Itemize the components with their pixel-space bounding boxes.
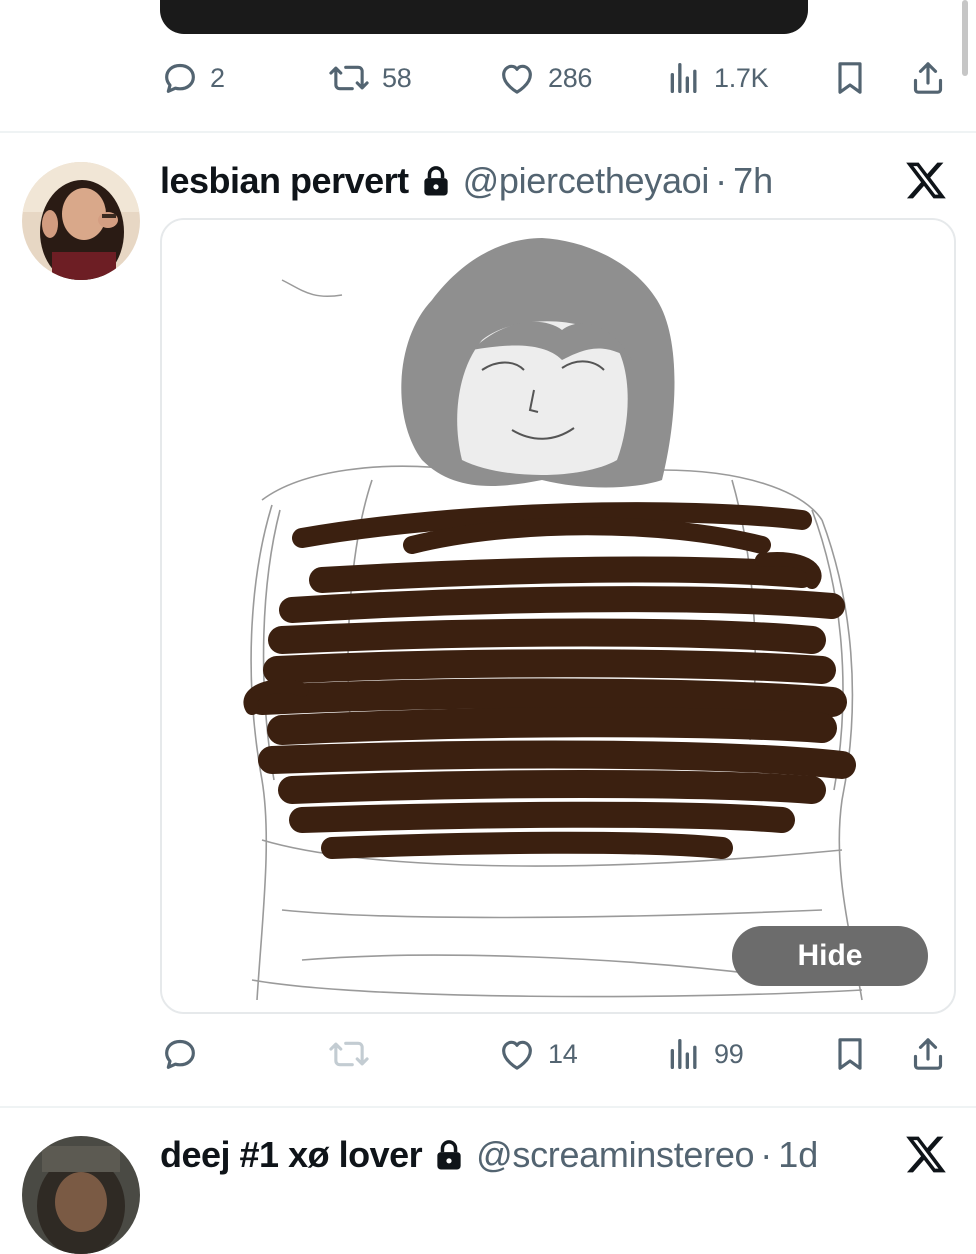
next-tweet-avatar[interactable] bbox=[22, 1136, 140, 1254]
tweet-header: lesbian pervert @piercetheyaoi · 7h bbox=[160, 156, 773, 206]
retweet-icon bbox=[326, 1034, 372, 1074]
reply-count: 2 bbox=[210, 62, 225, 93]
retweet-button bbox=[326, 1024, 382, 1084]
like-button[interactable]: 14 bbox=[496, 1024, 578, 1084]
views-button[interactable]: 99 bbox=[664, 1024, 744, 1084]
timestamp[interactable]: 7h bbox=[733, 160, 773, 202]
bookmark-button[interactable] bbox=[830, 48, 870, 108]
share-button[interactable] bbox=[908, 1024, 948, 1084]
sketch-image bbox=[162, 220, 954, 1012]
retweet-button[interactable]: 58 bbox=[326, 48, 412, 108]
views-icon bbox=[664, 58, 704, 98]
display-name[interactable]: lesbian pervert bbox=[160, 160, 409, 202]
retweet-icon bbox=[326, 58, 372, 98]
tweet-divider bbox=[0, 1106, 976, 1108]
separator-dot: · bbox=[760, 1134, 773, 1175]
hide-button[interactable]: Hide bbox=[732, 926, 928, 986]
next-tweet-header: deej #1 xø lover @screaminstereo · 1d bbox=[160, 1130, 818, 1180]
next-tweet-display-name[interactable]: deej #1 xø lover bbox=[160, 1134, 423, 1176]
bookmark-button[interactable] bbox=[830, 1024, 870, 1084]
lock-icon bbox=[421, 165, 451, 197]
tweet-divider bbox=[0, 131, 976, 133]
like-count: 286 bbox=[548, 62, 593, 93]
lock-icon bbox=[434, 1139, 464, 1171]
share-icon bbox=[908, 1034, 948, 1074]
bookmark-icon bbox=[830, 58, 870, 98]
views-count: 99 bbox=[714, 1038, 744, 1069]
share-icon bbox=[908, 58, 948, 98]
like-count: 14 bbox=[548, 1038, 578, 1069]
share-button[interactable] bbox=[908, 48, 948, 108]
tweet-action-bar: 14 99 bbox=[160, 1024, 950, 1084]
views-count: 1.7K bbox=[714, 62, 769, 93]
tweet-media[interactable] bbox=[160, 218, 956, 1014]
next-tweet-handle[interactable]: @screaminstereo bbox=[476, 1134, 754, 1176]
avatar[interactable] bbox=[22, 162, 140, 280]
reply-button[interactable]: 2 bbox=[160, 48, 225, 108]
x-logo-icon[interactable] bbox=[904, 1132, 948, 1176]
reply-icon bbox=[160, 1034, 200, 1074]
reply-button[interactable] bbox=[160, 1024, 210, 1084]
views-icon bbox=[664, 1034, 704, 1074]
previous-tweet-action-bar: 2 58 286 1.7K bbox=[160, 48, 950, 108]
separator-dot: · bbox=[715, 160, 728, 201]
like-button[interactable]: 286 bbox=[496, 48, 592, 108]
bookmark-icon bbox=[830, 1034, 870, 1074]
reply-icon bbox=[160, 58, 200, 98]
next-tweet-timestamp[interactable]: 1d bbox=[778, 1134, 818, 1176]
user-handle[interactable]: @piercetheyaoi bbox=[463, 160, 710, 202]
scrollbar[interactable] bbox=[962, 0, 968, 76]
views-button[interactable]: 1.7K bbox=[664, 48, 769, 108]
retweet-count: 58 bbox=[382, 62, 412, 93]
x-logo-icon[interactable] bbox=[904, 158, 948, 202]
heart-icon bbox=[496, 58, 538, 98]
previous-tweet-media[interactable] bbox=[160, 0, 808, 34]
heart-icon bbox=[496, 1034, 538, 1074]
